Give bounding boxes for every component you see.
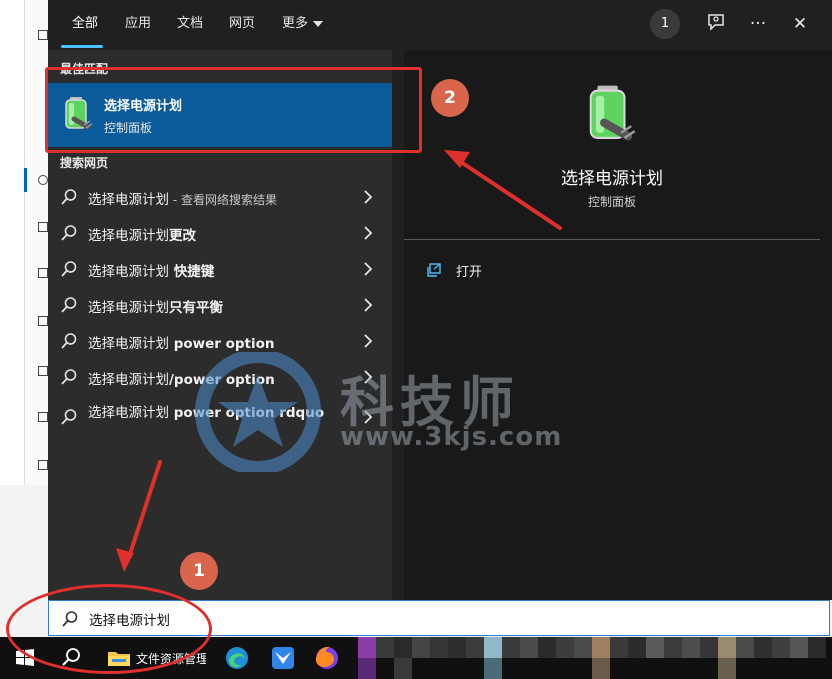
web-result-bold: 更改 (169, 228, 196, 244)
watermark-logo-icon (195, 349, 321, 475)
tab-apps[interactable]: 应用 (125, 14, 151, 34)
web-result-query: 选择电源计划 (88, 300, 169, 316)
chevron-right-icon (364, 334, 373, 348)
firefox-icon[interactable] (312, 643, 342, 673)
edge-browser-icon[interactable] (222, 643, 252, 673)
web-result-item[interactable]: 选择电源计划 快捷键 (48, 251, 392, 287)
annotation-step-1: 1 (180, 552, 218, 590)
tab-more[interactable]: 更多 (282, 14, 324, 34)
square-icon (38, 222, 48, 232)
annotation-search-ellipse (6, 584, 212, 674)
preview-title: 选择电源计划 (561, 169, 663, 189)
search-icon (61, 189, 77, 205)
tab-documents[interactable]: 文档 (177, 14, 203, 34)
web-result-query: 选择电源计划 (88, 336, 169, 352)
chevron-right-icon (364, 226, 373, 240)
close-icon[interactable]: ✕ (788, 12, 812, 36)
search-icon (61, 333, 77, 349)
active-tab-indicator (61, 45, 103, 48)
chevron-right-icon (364, 190, 373, 204)
open-external-icon (427, 263, 441, 277)
square-icon (38, 412, 48, 422)
annotation-highlight-box (45, 67, 422, 153)
preview-pane: 选择电源计划 控制面板 打开 (404, 50, 832, 600)
web-result-bold: power option (169, 336, 275, 352)
speaker-icon (38, 30, 48, 40)
search-icon (61, 225, 77, 241)
web-result-query: 选择电源计划 (88, 192, 169, 208)
circle-icon (38, 175, 48, 185)
filter-bar: 全部 应用 文档 网页 更多 1 ··· ✕ (48, 0, 832, 50)
web-result-query: 选择电源计划 (88, 372, 169, 388)
watermark: 科技师 www.3kjs.com (190, 349, 590, 475)
rewards-badge[interactable]: 1 (650, 9, 680, 39)
square-icon (38, 316, 48, 326)
watermark-url: www.3kjs.com (340, 422, 563, 452)
web-result-text: 选择电源计划 - 查看网络搜索结果 (88, 188, 277, 208)
web-result-query: 选择电源计划 (88, 264, 169, 280)
web-result-text: 选择电源计划更改 (88, 224, 196, 244)
web-result-text: 选择电源计划 快捷键 (88, 260, 214, 280)
web-result-bold: 快捷键 (169, 264, 215, 280)
tab-web[interactable]: 网页 (229, 14, 255, 34)
search-icon (61, 297, 77, 313)
tab-more-label: 更多 (282, 16, 309, 31)
square-icon (38, 268, 48, 278)
web-result-bold: 只有平衡 (169, 300, 223, 316)
chevron-down-icon (313, 20, 324, 27)
tab-all[interactable]: 全部 (72, 14, 98, 34)
trash-icon (38, 460, 48, 470)
feedback-icon[interactable] (704, 12, 728, 36)
more-options-icon[interactable]: ··· (746, 12, 770, 36)
chevron-right-icon (364, 298, 373, 312)
web-result-suffix: - 查看网络搜索结果 (169, 193, 277, 207)
battery-plug-icon (589, 85, 636, 141)
list-icon (38, 366, 48, 376)
web-search-label: 搜索网页 (60, 156, 109, 170)
mail-bird-icon[interactable] (268, 643, 298, 673)
search-icon (61, 261, 77, 277)
web-result-query: 选择电源计划 (88, 228, 169, 244)
web-result-item[interactable]: 选择电源计划只有平衡 (48, 287, 392, 323)
background-selection-marker (24, 168, 27, 192)
web-result-item[interactable]: 选择电源计划更改 (48, 215, 392, 251)
search-icon (61, 409, 77, 425)
preview-divider (404, 239, 820, 240)
web-result-query: 选择电源计划 (88, 405, 169, 421)
web-result-item[interactable]: 选择电源计划 - 查看网络搜索结果 (48, 179, 392, 215)
preview-subtitle: 控制面板 (587, 195, 636, 209)
search-icon (61, 369, 77, 385)
web-result-text: 选择电源计划 power option (88, 332, 275, 352)
web-result-text: 选择电源计划只有平衡 (88, 296, 223, 316)
annotation-step-2: 2 (431, 79, 469, 117)
open-action-label: 打开 (456, 265, 483, 280)
chevron-right-icon (364, 262, 373, 276)
